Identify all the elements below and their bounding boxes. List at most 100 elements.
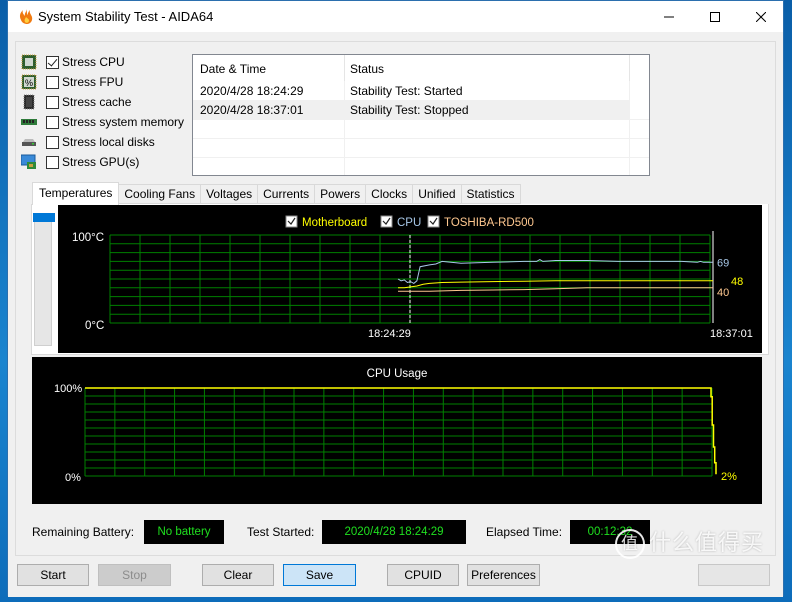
temperature-chart-svg: Motherboard CPU TOSHIBA-RD500 100°C 0°C … — [72, 215, 753, 340]
test-started-value: 2020/4/28 18:24:29 — [322, 520, 466, 544]
y-tick-label-max: 100% — [54, 383, 82, 395]
x-tick-label-start: 18:24:29 — [368, 328, 411, 340]
stress-fpu-option[interactable]: % Stress FPU — [21, 72, 184, 92]
column-header-status[interactable]: Status — [350, 62, 384, 76]
series-line-cpu — [397, 259, 713, 285]
column-separator — [629, 55, 630, 81]
client-area: Stress CPU % Stress FPU Stress cache Str… — [8, 32, 783, 597]
cpu-chip-icon — [21, 54, 37, 70]
tab-unified[interactable]: Unified — [413, 184, 462, 204]
stop-button[interactable]: Stop — [98, 564, 171, 586]
gpu-monitor-icon — [21, 154, 36, 169]
tab-powers[interactable]: Powers — [315, 184, 367, 204]
start-button[interactable]: Start — [17, 564, 89, 586]
stress-gpu-label: Stress GPU(s) — [62, 155, 140, 169]
tab-statistics[interactable]: Statistics — [461, 184, 521, 204]
stress-gpu-option[interactable]: Stress GPU(s) — [21, 152, 184, 172]
legend-checkbox-toshiba[interactable] — [427, 215, 440, 228]
tab-clocks[interactable]: Clocks — [366, 184, 414, 204]
stress-cache-label: Stress cache — [62, 95, 132, 109]
tab-currents[interactable]: Currents — [258, 184, 316, 204]
cpu-usage-grid — [84, 387, 713, 477]
cache-chip-icon — [23, 94, 35, 110]
close-window-button[interactable] — [738, 1, 784, 32]
stress-cache-checkbox[interactable] — [46, 95, 59, 109]
preferences-button[interactable]: Preferences — [467, 564, 540, 586]
stress-options: Stress CPU % Stress FPU Stress cache Str… — [21, 52, 184, 172]
stress-fpu-label: Stress FPU — [62, 75, 124, 89]
legend-label-cpu: CPU — [397, 217, 421, 229]
current-value-motherboard: 48 — [731, 276, 743, 288]
stress-memory-checkbox[interactable] — [46, 115, 59, 129]
log-datetime: 2020/4/28 18:24:29 — [200, 84, 304, 98]
log-row[interactable]: 2020/4/28 18:37:01 Stability Test: Stopp… — [193, 100, 630, 119]
log-gridline — [629, 81, 630, 175]
minimize-icon — [664, 16, 674, 17]
stress-disks-option[interactable]: Stress local disks — [21, 132, 184, 152]
clear-button[interactable]: Clear — [202, 564, 274, 586]
y-tick-label-max: 100°C — [72, 232, 104, 244]
current-value-cpu: 69 — [717, 257, 729, 269]
legend-label-motherboard: Motherboard — [302, 217, 367, 229]
log-datetime: 2020/4/28 18:37:01 — [200, 103, 304, 117]
y-tick-label-min: 0°C — [85, 320, 104, 332]
stress-disks-label: Stress local disks — [62, 135, 155, 149]
elapsed-time-label: Elapsed Time: — [486, 525, 563, 539]
stress-memory-option[interactable]: Stress system memory — [21, 112, 184, 132]
sensor-list-scrollbar[interactable] — [33, 213, 55, 346]
watermark-logo-icon: 值 — [615, 529, 645, 560]
cpu-usage-series — [85, 387, 717, 475]
log-gridline — [193, 119, 649, 120]
cpu-usage-title: CPU Usage — [367, 368, 428, 380]
tab-cooling-fans[interactable]: Cooling Fans — [119, 184, 202, 204]
y-tick-label-min: 0% — [65, 472, 81, 484]
cpuid-button[interactable]: CPUID — [387, 564, 459, 586]
fpu-percent-icon: % — [21, 74, 37, 90]
close-button[interactable] — [698, 564, 770, 586]
legend-label-toshiba: TOSHIBA-RD500 — [444, 217, 534, 229]
cpu-usage-chart-svg: CPU Usage 100% 0% 2% — [54, 368, 737, 484]
column-header-datetime[interactable]: Date & Time — [200, 62, 266, 76]
minimize-button[interactable] — [646, 1, 692, 32]
log-status: Stability Test: Stopped — [350, 103, 469, 117]
log-gridline — [193, 138, 649, 139]
save-button[interactable]: Save — [283, 564, 356, 586]
watermark: 值什么值得买 — [615, 525, 765, 560]
stress-cpu-option[interactable]: Stress CPU — [21, 52, 184, 72]
title-bar[interactable]: System Stability Test - AIDA64 — [8, 1, 783, 32]
log-status: Stability Test: Started — [350, 84, 463, 98]
log-header: Date & Time Status — [193, 55, 649, 81]
stress-disks-checkbox[interactable] — [46, 135, 59, 149]
legend-checkbox-cpu[interactable] — [380, 215, 393, 228]
log-gridline — [193, 157, 649, 158]
tab-voltages[interactable]: Voltages — [201, 184, 259, 204]
maximize-icon — [710, 11, 720, 22]
series-line-toshiba-rd500 — [398, 287, 713, 292]
aida64-window: System Stability Test - AIDA64 Stress CP… — [7, 0, 784, 597]
close-icon — [756, 11, 766, 22]
stress-cache-option[interactable]: Stress cache — [21, 92, 184, 112]
aida64-flame-icon — [19, 9, 33, 24]
stress-cpu-checkbox[interactable] — [46, 55, 59, 69]
cpu-usage-chart: CPU Usage 100% 0% 2% — [32, 357, 762, 504]
maximize-button[interactable] — [692, 1, 738, 32]
window-title: System Stability Test - AIDA64 — [38, 9, 214, 24]
log-row[interactable]: 2020/4/28 18:24:29 Stability Test: Start… — [193, 81, 630, 100]
event-log-table[interactable]: Date & Time Status 2020/4/28 18:24:29 St… — [192, 54, 650, 176]
temperature-grid — [109, 234, 711, 324]
remaining-battery-label: Remaining Battery: — [32, 525, 135, 539]
svg-text:%: % — [25, 78, 33, 88]
scrollbar-thumb[interactable] — [33, 213, 55, 222]
series-line-motherboard — [398, 280, 713, 289]
x-tick-label-end: 18:37:01 — [710, 328, 753, 340]
stress-fpu-checkbox[interactable] — [46, 75, 59, 89]
tab-temperatures[interactable]: Temperatures — [32, 182, 120, 205]
remaining-battery-value: No battery — [144, 520, 224, 544]
sensor-tabs: Temperatures Cooling Fans Voltages Curre… — [32, 182, 521, 205]
watermark-text: 什么值得买 — [649, 530, 765, 555]
temperature-chart: Motherboard CPU TOSHIBA-RD500 100°C 0°C … — [58, 205, 762, 353]
memory-module-icon — [21, 119, 37, 125]
stress-gpu-checkbox[interactable] — [46, 155, 59, 169]
legend-checkbox-motherboard[interactable] — [285, 215, 298, 228]
log-gridline — [344, 81, 345, 175]
